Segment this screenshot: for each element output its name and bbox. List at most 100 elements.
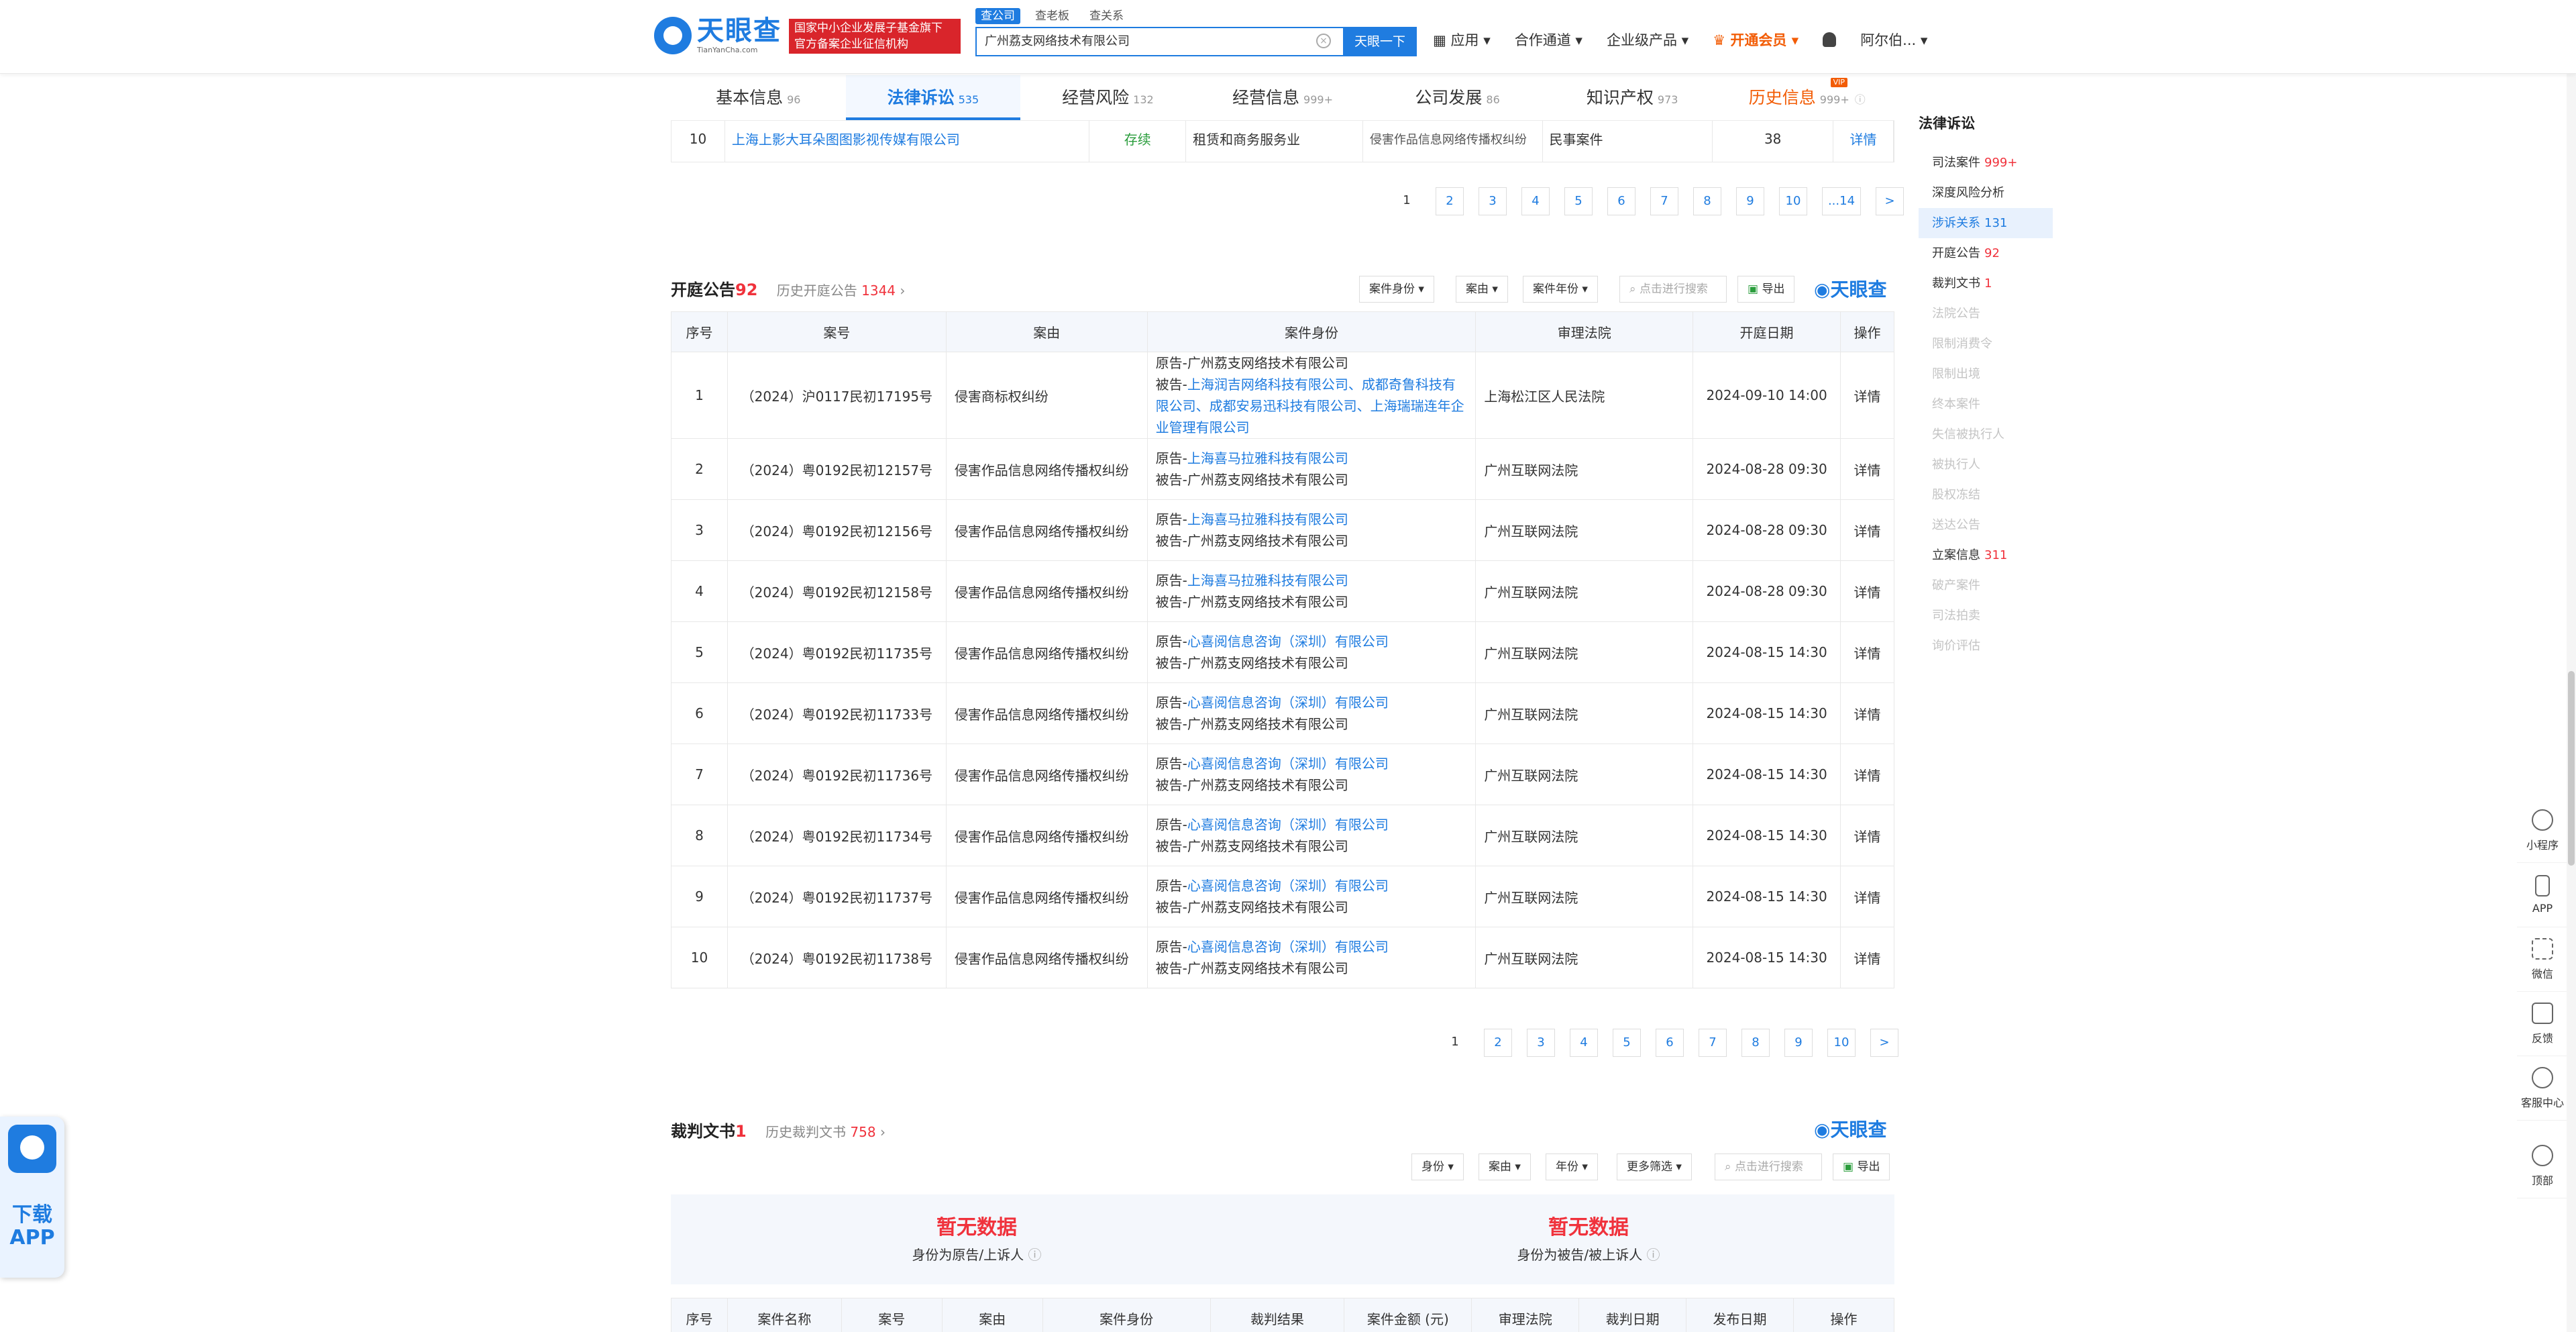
scroll-thumb[interactable] [2568, 671, 2575, 866]
search-button[interactable]: 天眼一下 [1343, 27, 1417, 56]
plaintiff-link[interactable]: 上海喜马拉雅科技有限公司 [1187, 450, 1348, 466]
page-9[interactable]: 9 [1736, 187, 1764, 215]
customer-service-button[interactable]: 客服中心 [2517, 1056, 2568, 1121]
case-number-link[interactable]: （2024）沪0117民初17195号 [727, 352, 947, 439]
page-7[interactable]: 7 [1650, 187, 1678, 215]
history-judgment-link[interactable]: 历史裁判文书 758 › [765, 1124, 885, 1140]
search-tab-company[interactable]: 查公司 [975, 8, 1020, 24]
page-6[interactable]: 6 [1656, 1029, 1684, 1057]
filter-year[interactable]: 案件年份 ▾ [1523, 276, 1598, 303]
detail-link[interactable]: 详情 [1840, 805, 1894, 866]
filter-cause[interactable]: 案由 ▾ [1479, 1154, 1531, 1180]
wechat-button[interactable]: 微信 [2517, 927, 2568, 992]
detail-link[interactable]: 详情 [1840, 560, 1894, 622]
company-link[interactable]: 上海上影大耳朵图图影视传媒有限公司 [725, 115, 1090, 162]
page-10[interactable]: 10 [1779, 187, 1807, 215]
history-court-notice-link[interactable]: 历史开庭公告 1344 › [777, 283, 906, 299]
case-number-link[interactable]: （2024）粤0192民初11738号 [727, 927, 947, 988]
bell-icon[interactable] [1823, 32, 1837, 47]
feedback-button[interactable]: 反馈 [2517, 992, 2568, 1056]
page-4[interactable]: 4 [1521, 187, 1550, 215]
plaintiff-link[interactable]: 心喜阅信息咨询（深圳）有限公司 [1187, 939, 1389, 955]
plaintiff-link[interactable]: 上海喜马拉雅科技有限公司 [1187, 511, 1348, 527]
filter-cause[interactable]: 案由 ▾ [1456, 276, 1508, 303]
search-input[interactable]: 广州荔支网络技术有限公司 [975, 27, 1343, 56]
search-tab-relation[interactable]: 查关系 [1084, 8, 1129, 24]
help-icon[interactable]: ⓘ [1028, 1247, 1042, 1263]
sidebar-item[interactable]: 限制出境 [1919, 359, 2053, 389]
site-logo[interactable]: 天眼查 TianYanCha.com [654, 16, 782, 54]
detail-link[interactable]: 详情 [1840, 438, 1894, 500]
sidebar-item[interactable]: 询价评估 [1919, 631, 2053, 661]
filter-more[interactable]: 更多筛选 ▾ [1617, 1154, 1692, 1180]
page-last[interactable]: ...14 [1822, 187, 1861, 215]
sidebar-item[interactable]: 限制消费令 [1919, 329, 2053, 359]
clear-icon[interactable]: × [1316, 34, 1331, 48]
page-6[interactable]: 6 [1607, 187, 1635, 215]
case-number-link[interactable]: （2024）粤0192民初11733号 [727, 682, 947, 744]
nav-enterprise[interactable]: 企业级产品 ▾ [1607, 30, 1688, 50]
sidebar-item[interactable]: 被执行人 [1919, 450, 2053, 480]
search-tab-boss[interactable]: 查老板 [1030, 8, 1075, 24]
next-page-button[interactable]: > [1876, 187, 1904, 215]
sidebar-item[interactable]: 深度风险分析 [1919, 178, 2053, 208]
sidebar-item[interactable]: 破产案件 [1919, 570, 2053, 601]
page-1[interactable]: 1 [1393, 187, 1421, 215]
nav-cooperation[interactable]: 合作通道 ▾ [1515, 30, 1582, 50]
detail-link[interactable]: 详情 [1840, 866, 1894, 927]
nav-vip[interactable]: ♛ 开通会员 ▾ [1713, 30, 1799, 50]
page-8[interactable]: 8 [1741, 1029, 1770, 1057]
detail-link[interactable]: 详情 [1840, 744, 1894, 805]
sidebar-item[interactable]: 股权冻结 [1919, 480, 2053, 510]
detail-link[interactable]: 详情 [1833, 115, 1894, 162]
page-4[interactable]: 4 [1570, 1029, 1598, 1057]
defendant-link[interactable]: 上海润吉网络科技有限公司、成都奇鲁科技有限公司、成都安易迅科技有限公司、上海瑞瑞… [1156, 376, 1464, 436]
page-3[interactable]: 3 [1479, 187, 1507, 215]
mini-program-button[interactable]: 小程序 [2517, 799, 2568, 863]
page-5[interactable]: 5 [1564, 187, 1593, 215]
app-button[interactable]: APP [2517, 863, 2568, 927]
judgment-search-input[interactable]: ⌕ 点击进行搜索 [1715, 1154, 1822, 1180]
page-1[interactable]: 1 [1441, 1029, 1469, 1057]
case-number-link[interactable]: （2024）粤0192民初11736号 [727, 744, 947, 805]
page-2[interactable]: 2 [1484, 1029, 1512, 1057]
back-to-top-button[interactable]: 顶部 [2517, 1134, 2568, 1198]
detail-link[interactable]: 详情 [1840, 499, 1894, 561]
sidebar-item[interactable]: 法院公告 [1919, 299, 2053, 329]
tab-operation[interactable]: 经营信息 999+ [1195, 75, 1371, 120]
tab-basic-info[interactable]: 基本信息 96 [671, 75, 846, 120]
help-icon[interactable]: ⓘ [1647, 1247, 1660, 1263]
tab-risk[interactable]: 经营风险 132 [1020, 75, 1195, 120]
page-3[interactable]: 3 [1527, 1029, 1555, 1057]
case-number-link[interactable]: （2024）粤0192民初11737号 [727, 866, 947, 927]
sidebar-item[interactable]: 失信被执行人 [1919, 419, 2053, 450]
next-page-button[interactable]: > [1870, 1029, 1898, 1057]
plaintiff-link[interactable]: 心喜阅信息咨询（深圳）有限公司 [1187, 633, 1389, 650]
page-10[interactable]: 10 [1827, 1029, 1856, 1057]
tab-development[interactable]: 公司发展 86 [1370, 75, 1545, 120]
tab-legal[interactable]: 法律诉讼 535 [845, 75, 1021, 120]
export-button[interactable]: ▣ 导出 [1737, 276, 1795, 303]
plaintiff-link[interactable]: 心喜阅信息咨询（深圳）有限公司 [1187, 756, 1389, 772]
sidebar-item[interactable]: 终本案件 [1919, 389, 2053, 419]
court-search-input[interactable]: ⌕ 点击进行搜索 [1619, 276, 1727, 303]
case-number-link[interactable]: （2024）粤0192民初12158号 [727, 560, 947, 622]
plaintiff-link[interactable]: 心喜阅信息咨询（深圳）有限公司 [1187, 695, 1389, 711]
sidebar-item[interactable]: 司法拍卖 [1919, 601, 2053, 631]
case-number-link[interactable]: （2024）粤0192民初11735号 [727, 621, 947, 683]
filter-year[interactable]: 年份 ▾ [1546, 1154, 1598, 1180]
page-5[interactable]: 5 [1613, 1029, 1641, 1057]
page-9[interactable]: 9 [1784, 1029, 1813, 1057]
plaintiff-link[interactable]: 上海喜马拉雅科技有限公司 [1187, 572, 1348, 588]
export-button[interactable]: ▣ 导出 [1833, 1154, 1890, 1180]
detail-link[interactable]: 详情 [1840, 682, 1894, 744]
detail-link[interactable]: 详情 [1840, 621, 1894, 683]
sidebar-item[interactable]: 涉诉关系 131 [1919, 208, 2053, 238]
sidebar-item[interactable]: 开庭公告 92 [1919, 238, 2053, 268]
scrollbar[interactable] [2567, 0, 2576, 1332]
detail-link[interactable]: 详情 [1840, 927, 1894, 988]
download-app-badge[interactable]: 下载 APP [0, 1117, 64, 1278]
case-number-link[interactable]: （2024）粤0192民初11734号 [727, 805, 947, 866]
sidebar-item[interactable]: 送达公告 [1919, 510, 2053, 540]
sidebar-item[interactable]: 裁判文书 1 [1919, 268, 2053, 299]
